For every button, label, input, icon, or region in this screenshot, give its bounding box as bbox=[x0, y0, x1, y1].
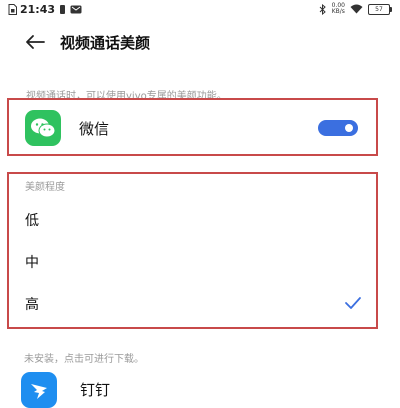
status-bar: 21:43 0.00 KB/s 57 bbox=[0, 0, 400, 20]
option-label: 低 bbox=[25, 213, 39, 229]
beauty-level-option-medium[interactable]: 中 bbox=[9, 242, 376, 284]
page-title: 视频通话美颜 bbox=[60, 34, 151, 52]
message-icon bbox=[70, 5, 82, 14]
wechat-row[interactable]: 微信 bbox=[7, 98, 378, 156]
battery-level: 57 bbox=[375, 5, 383, 13]
wifi-icon bbox=[350, 4, 363, 14]
status-time: 21:43 bbox=[20, 3, 56, 16]
wechat-icon bbox=[25, 110, 61, 146]
sim-card-icon bbox=[8, 4, 17, 15]
toggle-knob bbox=[345, 124, 353, 132]
net-speed: 0.00 KB/s bbox=[331, 2, 345, 15]
bluetooth-icon bbox=[319, 3, 326, 15]
not-installed-hint: 未安装，点击可进行下载。 bbox=[24, 354, 144, 365]
check-icon bbox=[345, 297, 361, 309]
dingtalk-label[interactable]: 钉钉 bbox=[80, 379, 110, 400]
beauty-level-option-low[interactable]: 低 bbox=[9, 200, 376, 242]
notification-icon bbox=[60, 5, 66, 14]
back-arrow-icon[interactable] bbox=[24, 34, 46, 50]
wechat-toggle[interactable] bbox=[318, 120, 358, 136]
header: 视频通话美颜 bbox=[0, 26, 400, 58]
wechat-label: 微信 bbox=[79, 120, 110, 138]
beauty-level-label: 美颜程度 bbox=[25, 182, 65, 193]
beauty-level-option-high[interactable]: 高 bbox=[9, 284, 376, 326]
option-label: 高 bbox=[25, 297, 39, 313]
beauty-level-section: 美颜程度 低 中 高 bbox=[7, 172, 378, 329]
battery-icon: 57 bbox=[368, 3, 392, 15]
option-label: 中 bbox=[25, 255, 39, 271]
dingtalk-icon[interactable] bbox=[21, 372, 57, 408]
